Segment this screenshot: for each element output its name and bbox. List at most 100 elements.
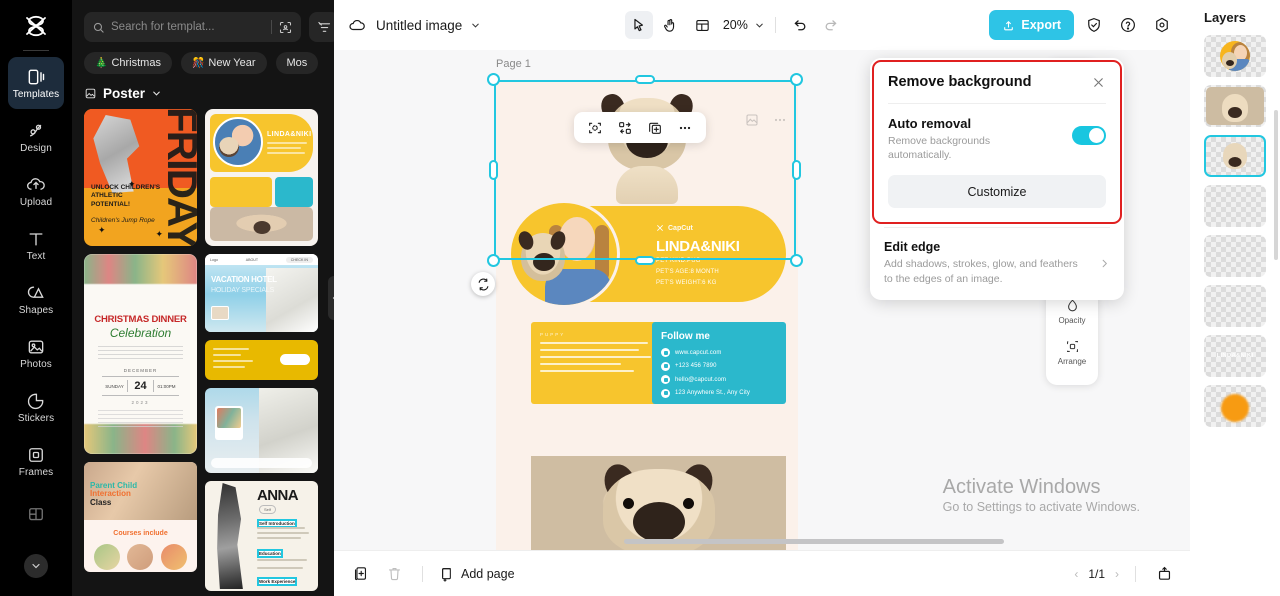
- layer-text-linda[interactable]: LINDA&NIKI: [1204, 335, 1266, 377]
- settings-button[interactable]: [1148, 11, 1176, 39]
- select-tool-button[interactable]: [625, 11, 653, 39]
- hand-tool-button[interactable]: [657, 11, 685, 39]
- category-selector[interactable]: Poster: [72, 74, 334, 109]
- sidebar-item-templates[interactable]: Templates: [8, 57, 64, 109]
- template-card-anna-resume[interactable]: ANNA Self Self Introduction Education Wo…: [205, 481, 318, 591]
- sidebar-divider: [23, 50, 49, 51]
- canvas-horizontal-scrollbar[interactable]: [624, 539, 1004, 544]
- christmas-date-row: SUNDAY 24 01:00PM: [102, 376, 179, 396]
- layer-orange-circle[interactable]: [1204, 385, 1266, 427]
- visual-search-icon[interactable]: [278, 20, 293, 35]
- undo-button[interactable]: [786, 11, 814, 39]
- chip-most[interactable]: Mos: [276, 52, 319, 74]
- pager-divider: [1135, 566, 1136, 582]
- export-button[interactable]: Export: [989, 10, 1074, 40]
- customize-button[interactable]: Customize: [888, 175, 1106, 208]
- delete-page-button[interactable]: [382, 562, 406, 586]
- tool-arrange[interactable]: Arrange: [1049, 333, 1095, 370]
- duplicate-icon: [647, 120, 663, 136]
- sidebar-item-stickers[interactable]: Stickers: [8, 381, 64, 433]
- poster-yellow-textbox[interactable]: PUPPY: [531, 322, 661, 404]
- sidebar-item-more-partial[interactable]: [8, 489, 64, 541]
- poster-bottom-pug-photo[interactable]: [531, 456, 786, 550]
- sidebar-item-shapes[interactable]: Shapes: [8, 273, 64, 325]
- auto-removal-toggle[interactable]: [1072, 126, 1106, 145]
- anna-line: [257, 527, 305, 529]
- mail-icon: [661, 375, 670, 384]
- shield-button[interactable]: [1080, 11, 1108, 39]
- rotate-handle[interactable]: [471, 272, 495, 296]
- outside-canvas-icons: [744, 112, 788, 128]
- capcut-logo-icon[interactable]: [16, 8, 56, 44]
- chevron-down-icon[interactable]: [754, 20, 765, 31]
- more-horizontal-icon[interactable]: [772, 112, 788, 128]
- template-card-parent-child[interactable]: Parent Child Interaction Class Courses i…: [84, 462, 197, 572]
- template-card-friday[interactable]: FRIDAY UNLOCK CHILDREN'S ATHLETIC POTENT…: [84, 109, 197, 246]
- template-card-pug-poster[interactable]: LINDA&NIKI: [205, 109, 318, 246]
- parent-child-title3: Class: [90, 498, 111, 507]
- crop-image-icon[interactable]: [744, 112, 760, 128]
- toolbar-divider: [775, 17, 776, 33]
- close-icon[interactable]: [1091, 75, 1106, 90]
- sidebar-item-frames[interactable]: Frames: [8, 435, 64, 487]
- edit-edge-row[interactable]: Edit edge Add shadows, strokes, glow, an…: [870, 228, 1124, 299]
- poster-top-pug-image[interactable]: [496, 82, 798, 204]
- redo-button[interactable]: [818, 11, 846, 39]
- document-title-button[interactable]: Untitled image: [376, 18, 481, 33]
- search-box[interactable]: [84, 12, 301, 42]
- replace-button[interactable]: [612, 115, 638, 141]
- layers-scrollbar[interactable]: [1274, 110, 1278, 260]
- pug-cyan-block: [275, 177, 313, 207]
- chip-christmas[interactable]: 🎄 Christmas: [84, 52, 172, 74]
- help-button[interactable]: [1114, 11, 1142, 39]
- search-input[interactable]: [111, 21, 265, 33]
- layer-empty-1[interactable]: [1204, 185, 1266, 227]
- layer-empty-2[interactable]: [1204, 235, 1266, 277]
- cloud-save-icon[interactable]: [348, 16, 366, 34]
- arrange-icon: [1064, 338, 1081, 355]
- prev-page-button[interactable]: ‹: [1074, 567, 1078, 581]
- next-page-button[interactable]: ›: [1115, 567, 1119, 581]
- pug-photo-block: [210, 207, 313, 241]
- chip-new-year[interactable]: 🎊 New Year: [181, 52, 267, 74]
- layout-tool-button[interactable]: [689, 11, 717, 39]
- collapse-panel-handle[interactable]: [328, 276, 334, 320]
- editor-area: Untitled image 20%: [334, 0, 1190, 596]
- layer-pug-photo[interactable]: [1204, 85, 1266, 127]
- filter-button[interactable]: [309, 12, 334, 42]
- edit-edge-description: Add shadows, strokes, glow, and feathers…: [884, 257, 1080, 285]
- template-card-vacation-hotel[interactable]: Logo ABOUT CHECK IN VACATION HOTEL HOLID…: [205, 254, 318, 332]
- poster-hero-section[interactable]: CapCut LINDA&NIKI PET KIND:PUG PET'S AGE…: [508, 200, 786, 308]
- sidebar-item-text[interactable]: Text: [8, 219, 64, 271]
- layer-pug-cutout[interactable]: [1204, 135, 1266, 177]
- sidebar-item-design[interactable]: Design: [8, 111, 64, 163]
- template-card-hotel-yellow[interactable]: [205, 340, 318, 380]
- christmas-day: 24: [127, 380, 154, 392]
- poster-artboard[interactable]: CapCut LINDA&NIKI PET KIND:PUG PET'S AGE…: [496, 82, 798, 550]
- add-page-button[interactable]: Add page: [439, 566, 515, 582]
- yellow-text-line: [540, 363, 621, 365]
- present-button[interactable]: [1152, 562, 1176, 586]
- sidebar-item-upload[interactable]: Upload: [8, 165, 64, 217]
- anna-line: [257, 532, 309, 534]
- bottom-pug-eye-left: [623, 498, 634, 509]
- zoom-level[interactable]: 20%: [723, 18, 748, 32]
- yellow-text-line: [540, 349, 639, 351]
- duplicate-button[interactable]: [642, 115, 668, 141]
- pug-body: [616, 166, 678, 204]
- filter-chips: 🎄 Christmas 🎊 New Year Mos: [72, 42, 334, 74]
- template-card-hotel-pool[interactable]: [205, 388, 318, 473]
- more-button[interactable]: [672, 115, 698, 141]
- sidebar-item-photos[interactable]: Photos: [8, 327, 64, 379]
- template-card-christmas[interactable]: CHRISTMAS DINNER Celebration DECEMBER SU…: [84, 254, 197, 454]
- layer-avatar-circle[interactable]: [1204, 35, 1266, 77]
- meta-line-2: PET'S AGE:8 MONTH: [656, 269, 719, 275]
- christmas-year: 2023: [84, 400, 197, 405]
- duplicate-page-button[interactable]: [348, 562, 372, 586]
- poster-title[interactable]: LINDA&NIKI: [656, 238, 740, 255]
- cutout-button[interactable]: [582, 115, 608, 141]
- poster-follow-box[interactable]: Follow me www.capcut.com +123 456 7890 h…: [652, 322, 786, 404]
- layer-empty-3[interactable]: [1204, 285, 1266, 327]
- chevron-down-icon[interactable]: [24, 554, 48, 578]
- remove-background-highlight: Remove background Auto removal Remove ba…: [872, 60, 1122, 224]
